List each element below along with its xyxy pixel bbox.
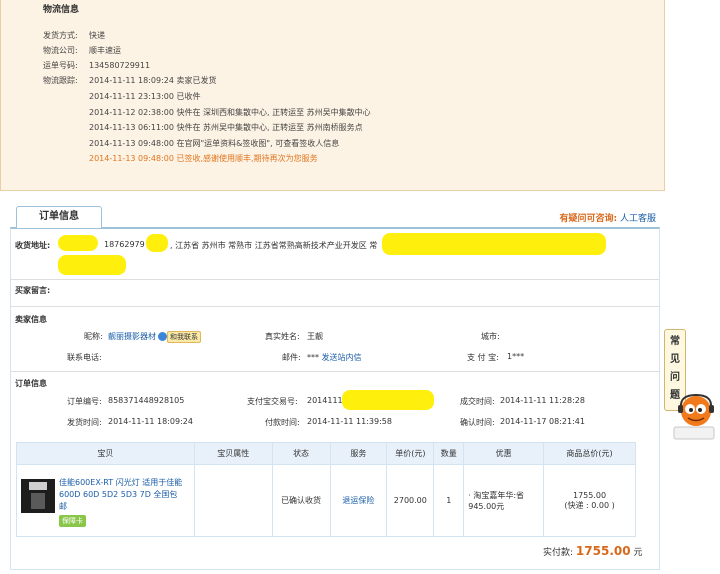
customer-service-link[interactable]: 人工客服 <box>620 214 656 224</box>
alipay-value: 1*** <box>507 352 525 361</box>
shipping-fee: (快递 : 0.00 ) <box>564 500 615 510</box>
alipay-label: 支 付 宝: <box>467 353 499 362</box>
order-no-label: 订单编号: <box>67 397 102 406</box>
product-title-link[interactable]: 佳能600EX-RT 闪光灯 适用于佳能600D 60D 5D2 5D3 7D … <box>59 478 182 511</box>
alipay-no: 2014111 <box>307 396 343 405</box>
paid-label: 实付款: <box>543 548 574 558</box>
total-value: 1755.00 <box>573 490 607 500</box>
city-label: 城市: <box>481 332 500 341</box>
tab-order-info[interactable]: 订单信息 <box>16 206 102 228</box>
logistics-panel: 物流信息 发货方式: 快递 物流公司: 顺丰速运 运单号码: 134580729911… <box>0 0 665 191</box>
value: 134580729911 <box>89 61 151 70</box>
tracking-entry-signed: 2014-11-13 09:48:00 已签收,感谢使用顺丰,期待再次为您服务 <box>89 154 318 163</box>
ship-time: 2014-11-11 18:09:24 <box>108 417 193 426</box>
deal-time: 2014-11-11 11:28:28 <box>500 396 585 405</box>
seller-section-title: 卖家信息 <box>15 315 47 324</box>
value: 快递 <box>89 31 105 40</box>
help-link[interactable]: 有疑问可咨询: 人工客服 <box>560 211 657 224</box>
logistics-row-method: 发货方式: 快递 <box>43 30 105 41</box>
email-label: 邮件: <box>282 353 301 362</box>
seller-nickname: 靓丽摄影器材 和我联系 <box>108 331 201 343</box>
return-insurance-link[interactable]: 退运保险 <box>342 496 374 505</box>
address-label: 收货地址: <box>15 241 51 250</box>
value: 2014-11-11 18:09:24 卖家已发货 <box>89 76 217 85</box>
buyer-note-label: 买家留言: <box>15 286 51 295</box>
logistics-row-waybill: 运单号码: 134580729911 <box>43 60 150 71</box>
label: 物流跟踪: <box>43 76 78 85</box>
phone-label: 联系电话: <box>67 353 102 362</box>
realname-label: 真实姓名: <box>265 332 300 341</box>
redaction-highlight <box>58 235 98 251</box>
paid-total: 实付款: 1755.00 元 <box>543 544 642 558</box>
logistics-row-company: 物流公司: 顺丰速运 <box>43 45 121 56</box>
paid-amount: 1755.00 <box>575 544 631 558</box>
email-masked: *** <box>307 353 319 362</box>
label: 物流公司: <box>43 46 78 55</box>
confirm-time-label: 确认时间: <box>460 418 495 427</box>
logistics-row-tracking: 物流跟踪: 2014-11-11 18:09:24 卖家已发货 <box>43 75 217 86</box>
price-cell: 2700.00 <box>386 464 435 537</box>
divider <box>11 279 659 280</box>
column-header: 数量 <box>433 442 465 465</box>
nickname-label: 昵称: <box>84 332 103 341</box>
column-header: 优惠 <box>463 442 545 465</box>
qty-cell: 1 <box>433 464 465 537</box>
column-header: 宝贝属性 <box>193 442 273 465</box>
table-row: 佳能600EX-RT 闪光灯 适用于佳能600D 60D 5D2 5D3 7D … <box>16 464 636 537</box>
pay-time: 2014-11-11 11:39:58 <box>307 417 392 426</box>
label: 发货方式: <box>43 31 78 40</box>
order-section-title: 订单信息 <box>15 379 47 388</box>
faq-char: 问 <box>670 372 680 383</box>
column-header: 状态 <box>271 442 331 465</box>
realname-value: 王靓 <box>307 332 323 341</box>
product-thumbnail[interactable] <box>21 478 55 513</box>
confirm-time: 2014-11-17 08:21:41 <box>500 417 585 426</box>
column-header: 服务 <box>329 442 388 465</box>
value: 顺丰速运 <box>89 46 121 55</box>
tracking-entry: 2014-11-13 09:48:00 在官网"运单资料&签收图", 可查看签收… <box>89 139 340 148</box>
order-no: 858371448928105 <box>108 396 185 405</box>
product-attributes-cell <box>193 464 273 537</box>
faq-char: 常 <box>670 336 680 347</box>
redaction-highlight <box>382 233 606 255</box>
status-cell: 已确认收货 <box>271 464 331 537</box>
discount-cell: · 淘宝嘉年华:省945.00元 <box>463 464 545 537</box>
column-header: 宝贝 <box>16 442 195 465</box>
ship-time-label: 发货时间: <box>67 418 102 427</box>
service-cell: 退运保险 <box>329 464 388 537</box>
logistics-title: 物流信息 <box>43 5 80 15</box>
label: 运单号码: <box>43 61 78 70</box>
column-header: 单价(元) <box>386 442 435 465</box>
address-text: , 江苏省 苏州市 常熟市 江苏省常熟高新技术产业开发区 常 <box>170 241 378 250</box>
contact-seller-button[interactable]: 和我联系 <box>167 331 201 343</box>
tracking-entry: 2014-11-13 06:11:00 快件在 苏州吴中集散中心, 正转运至 苏… <box>89 123 363 132</box>
redaction-highlight <box>342 390 434 410</box>
tracking-entry: 2014-11-12 02:38:00 快件在 深圳西和集散中心, 正转运至 苏… <box>89 108 371 117</box>
customer-service-mascot-icon[interactable] <box>672 387 718 443</box>
seller-nickname-link[interactable]: 靓丽摄影器材 <box>108 332 156 341</box>
redaction-highlight <box>146 234 168 252</box>
items-table: 宝贝 宝贝属性 状态 服务 单价(元) 数量 优惠 商品总价(元) 佳能600E… <box>16 442 636 537</box>
guarantee-badge[interactable]: 保障卡 <box>59 514 86 527</box>
deal-time-label: 成交时间: <box>460 397 495 406</box>
product-cell: 佳能600EX-RT 闪光灯 适用于佳能600D 60D 5D2 5D3 7D … <box>16 464 195 537</box>
tracking-entry: 2014-11-11 23:13:00 已收件 <box>89 92 201 101</box>
divider <box>11 371 659 372</box>
paid-unit: 元 <box>633 548 643 558</box>
product-title-wrap: 佳能600EX-RT 闪光灯 适用于佳能600D 60D 5D2 5D3 7D … <box>59 477 185 527</box>
column-header: 商品总价(元) <box>543 442 636 465</box>
pay-time-label: 付款时间: <box>265 418 300 427</box>
total-cell: 1755.00 (快递 : 0.00 ) <box>543 464 636 537</box>
email-value: *** 发送站内信 <box>307 352 362 363</box>
faq-char: 见 <box>670 354 680 365</box>
alipay-no-label: 支付宝交易号: <box>247 397 298 406</box>
discount-text: 淘宝嘉年华:省945.00元 <box>468 490 525 511</box>
table-header-row: 宝贝 宝贝属性 状态 服务 单价(元) 数量 优惠 商品总价(元) <box>16 442 636 465</box>
help-question: 有疑问可咨询: <box>559 214 618 224</box>
send-message-link[interactable]: 发送站内信 <box>322 353 362 362</box>
redaction-highlight <box>58 255 126 275</box>
address-phone: 18762979 <box>104 240 145 249</box>
wangwang-icon[interactable] <box>158 332 167 341</box>
divider <box>11 306 659 307</box>
